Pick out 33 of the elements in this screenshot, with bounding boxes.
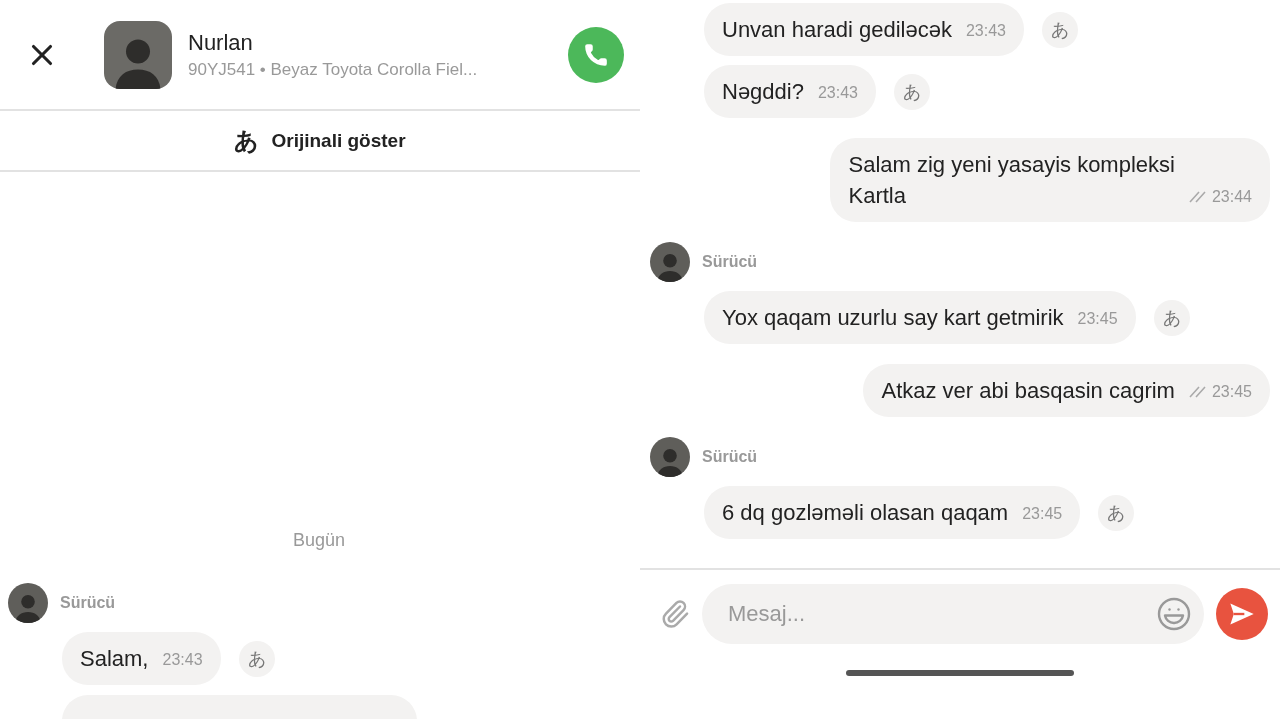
message-input[interactable]: Mesaj... — [702, 584, 1204, 644]
message-time: 23:45 — [1022, 504, 1063, 524]
message-text: Nəgddi? — [722, 78, 804, 106]
translate-button[interactable]: あ — [1153, 299, 1190, 336]
message-text: Salam, — [80, 645, 149, 673]
sender-name: Sürücü — [702, 253, 758, 271]
attach-button[interactable] — [660, 599, 690, 629]
translate-button[interactable]: あ — [238, 640, 275, 677]
sender-name: Sürücü — [60, 594, 116, 612]
send-button[interactable] — [1216, 588, 1268, 640]
message-text: Atkaz ver abi basqasin cagrim — [881, 377, 1175, 405]
double-check-icon — [1188, 386, 1209, 398]
message-text: Unvan haradi gediləcək — [722, 16, 952, 44]
translate-button[interactable]: あ — [1042, 11, 1078, 48]
message-time: 23:45 — [1188, 378, 1252, 406]
message-text: 6 dq gozləməli olasan qaqam — [722, 499, 1009, 527]
translate-button[interactable]: あ — [894, 73, 930, 110]
message-text: Salam zig yeni yasayis kompleksi Kartla — [848, 151, 1175, 210]
message-time: 23:43 — [817, 83, 858, 103]
sender-name: Sürücü — [702, 448, 758, 466]
message-time: 23:43 — [965, 21, 1006, 41]
double-check-icon — [1188, 191, 1209, 203]
driver-name: Nurlan — [188, 29, 254, 56]
message-text: Yox qaqam uzurlu say kart getmirik — [722, 304, 1064, 332]
message-text-input[interactable]: Mesaj... — [726, 600, 1156, 628]
vehicle-info: 90YJ541 • Beyaz Toyota Corolla Fiel... — [188, 59, 479, 80]
phone-icon — [583, 41, 609, 68]
message-time: 23:43 — [162, 650, 203, 670]
message-time: 23:45 — [1077, 309, 1118, 329]
emoji-button[interactable] — [1156, 596, 1192, 632]
translate-button[interactable]: あ — [1098, 494, 1135, 531]
date-label: Bugün — [292, 530, 346, 551]
message-time: 23:44 — [1188, 183, 1252, 211]
